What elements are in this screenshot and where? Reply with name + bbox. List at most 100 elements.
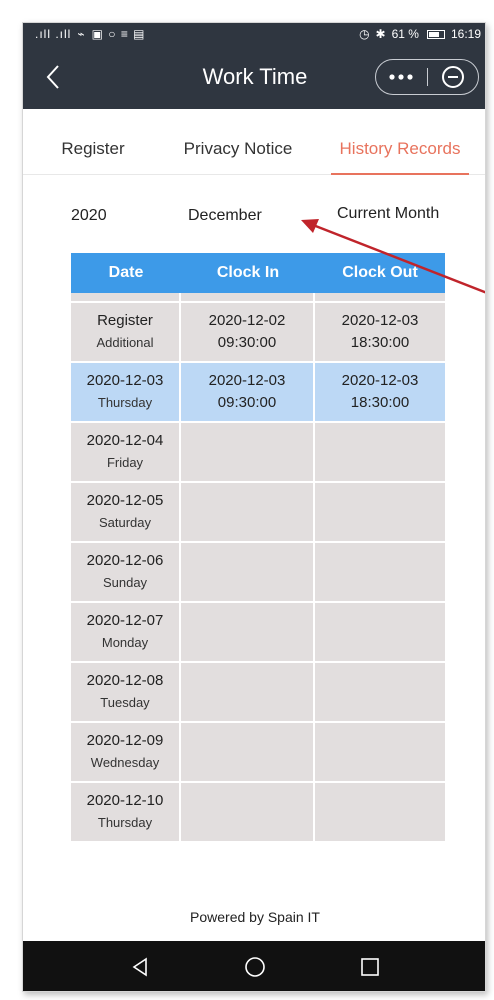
mini-program-capsule: [375, 59, 479, 95]
table-row[interactable]: 2020-12-04 Friday: [71, 421, 445, 481]
row-day: Monday: [101, 635, 149, 650]
clock-out-time: 18:30:00: [350, 334, 410, 351]
row-date: 2020-12-10: [86, 792, 164, 809]
row-day: Saturday: [98, 515, 152, 530]
history-table: Date Clock In Clock Out Register Additio…: [71, 253, 445, 841]
row-date: 2020-12-06: [86, 552, 164, 569]
clock-in-cell: [181, 783, 315, 841]
page-title: Work Time: [202, 64, 308, 89]
table-row[interactable]: 2020-12-09 Wednesday: [71, 721, 445, 781]
clock-in-cell: [181, 483, 315, 541]
clock-in-time: 09:30:00: [217, 334, 277, 351]
header-clock-out: Clock Out: [342, 264, 418, 281]
date-cell: 2020-12-08 Tuesday: [71, 663, 181, 721]
date-cell: 2020-12-03 Thursday: [71, 363, 181, 421]
tab-register[interactable]: Register: [23, 123, 163, 174]
more-button[interactable]: [376, 60, 427, 94]
date-cell: 2020-12-09 Wednesday: [71, 723, 181, 781]
row-day: Friday: [106, 455, 144, 470]
tab-privacy-notice[interactable]: Privacy Notice: [163, 123, 313, 174]
header-date: Date: [108, 264, 144, 281]
notification-icons: ▣ ○ ≡ ▤: [91, 27, 146, 41]
row-date: 2020-12-05: [86, 492, 164, 509]
row-date: 2020-12-08: [86, 672, 164, 689]
row-day: Tuesday: [100, 695, 150, 710]
clock-out-cell: [315, 543, 445, 601]
phone-screen: .ıll .ıll ⌁ ▣ ○ ≡ ▤ ◷ ✱ 61 % 16:19 Work …: [22, 22, 486, 992]
table-row[interactable]: Register Additional 2020-12-02 09:30:00 …: [71, 301, 445, 361]
bluetooth-icon: ✱: [375, 27, 386, 41]
nav-recent-button[interactable]: [350, 947, 390, 987]
month-picker[interactable]: December: [188, 207, 262, 225]
date-cell: Register Additional: [71, 303, 181, 361]
month-selector: 2020 December Current Month: [23, 201, 485, 231]
row-date: 2020-12-07: [86, 612, 164, 629]
table-header: Date Clock In Clock Out: [71, 253, 445, 293]
signal-icon: .ıll .ıll: [35, 27, 72, 41]
row-date: Register: [97, 312, 153, 329]
date-cell: 2020-12-07 Monday: [71, 603, 181, 661]
back-button[interactable]: [35, 59, 71, 95]
tab-bar: Register Privacy Notice History Records: [23, 123, 485, 175]
status-left: .ıll .ıll ⌁ ▣ ○ ≡ ▤: [35, 27, 146, 41]
clock-in-date: 2020-12-02: [208, 312, 286, 329]
clock-in-time: 09:30:00: [217, 394, 277, 411]
clock-in-cell: [181, 603, 315, 661]
clock-out-time: 18:30:00: [350, 394, 410, 411]
date-cell: 2020-12-05 Saturday: [71, 483, 181, 541]
row-date: 2020-12-09: [86, 732, 164, 749]
row-day: Thursday: [97, 815, 153, 830]
table-row[interactable]: 2020-12-08 Tuesday: [71, 661, 445, 721]
clock-in-date: 2020-12-03: [208, 372, 286, 389]
alarm-icon: ◷: [359, 27, 370, 41]
table-row-highlighted[interactable]: 2020-12-03 Thursday 2020-12-03 09:30:00 …: [71, 361, 445, 421]
clock-out-cell: [315, 663, 445, 721]
row-day: Thursday: [97, 395, 153, 410]
table-row[interactable]: 2020-12-07 Monday: [71, 601, 445, 661]
clock-in-cell: [181, 423, 315, 481]
table-spacer: [71, 293, 445, 301]
date-cell: 2020-12-10 Thursday: [71, 783, 181, 841]
date-cell: 2020-12-06 Sunday: [71, 543, 181, 601]
clock-out-cell: 2020-12-03 18:30:00: [315, 363, 445, 421]
status-time: 16:19: [450, 27, 481, 41]
date-cell: 2020-12-04 Friday: [71, 423, 181, 481]
title-bar: Work Time: [23, 45, 485, 109]
clock-in-cell: [181, 543, 315, 601]
android-nav-bar: [23, 941, 485, 991]
square-recent-icon: [360, 958, 379, 976]
row-date: 2020-12-03: [86, 372, 164, 389]
clock-in-cell: [181, 723, 315, 781]
table-row[interactable]: 2020-12-10 Thursday: [71, 781, 445, 841]
battery-icon: [426, 29, 445, 39]
clock-out-cell: 2020-12-03 18:30:00: [315, 303, 445, 361]
clock-out-cell: [315, 483, 445, 541]
footer-text: Powered by Spain IT: [190, 909, 320, 925]
clock-out-cell: [315, 723, 445, 781]
clock-out-cell: [315, 423, 445, 481]
year-picker[interactable]: 2020: [71, 207, 107, 225]
row-day: Wednesday: [90, 755, 160, 770]
table-row[interactable]: 2020-12-05 Saturday: [71, 481, 445, 541]
clock-out-date: 2020-12-03: [341, 372, 419, 389]
circle-minus-icon: [441, 66, 464, 88]
triangle-back-icon: [132, 957, 148, 977]
clock-in-cell: 2020-12-03 09:30:00: [181, 363, 315, 421]
nav-home-button[interactable]: [235, 947, 275, 987]
battery-percent: 61 %: [391, 27, 419, 41]
current-month-button[interactable]: Current Month: [337, 205, 439, 223]
clock-out-date: 2020-12-03: [341, 312, 419, 329]
row-day: Additional: [96, 335, 154, 350]
circle-home-icon: [245, 957, 265, 977]
chevron-left-icon: [46, 65, 59, 89]
clock-out-cell: [315, 603, 445, 661]
table-row[interactable]: 2020-12-06 Sunday: [71, 541, 445, 601]
clock-in-cell: 2020-12-02 09:30:00: [181, 303, 315, 361]
nav-back-button[interactable]: [120, 947, 160, 987]
status-right: ◷ ✱ 61 % 16:19: [359, 27, 481, 41]
tab-history-records[interactable]: History Records: [313, 123, 485, 175]
row-day: Sunday: [102, 575, 148, 590]
wifi-icon: ⌁: [77, 27, 86, 41]
header-clock-in: Clock In: [216, 264, 280, 281]
close-button[interactable]: [428, 60, 479, 94]
